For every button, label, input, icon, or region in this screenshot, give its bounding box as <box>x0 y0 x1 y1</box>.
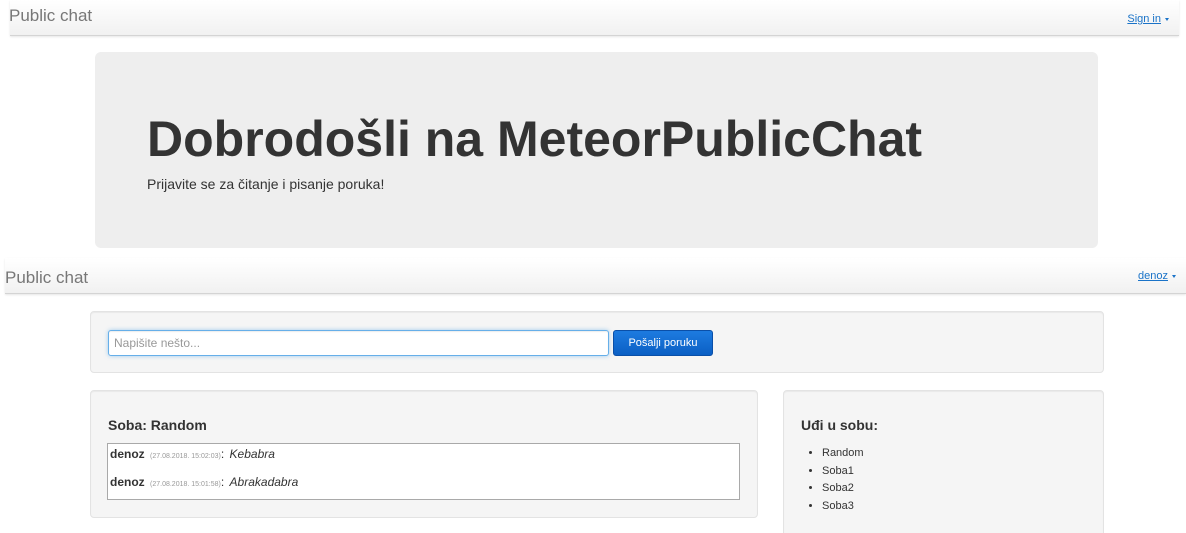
message-separator: : <box>220 475 225 489</box>
welcome-jumbotron: Dobrodošli na MeteorPublicChat Prijavite… <box>95 52 1098 248</box>
sign-in-dropdown[interactable]: Sign in <box>1127 13 1169 25</box>
message-user: denoz <box>110 447 145 461</box>
sign-in-label: Sign in <box>1127 13 1161 25</box>
message-text: Abrakadabra <box>229 475 299 489</box>
caret-down-icon <box>1172 274 1176 278</box>
navbar-brand[interactable]: Public chat <box>9 6 92 26</box>
send-message-button[interactable]: Pošalji poruku <box>613 330 713 356</box>
compose-panel: Pošalji poruku <box>90 311 1104 373</box>
rooms-panel: Uđi u sobu: Random Soba1 Soba2 Soba3 <box>783 390 1104 533</box>
logged-in-navbar: Public chat denoz <box>5 258 1186 294</box>
username-label: denoz <box>1138 270 1168 282</box>
message-list[interactable]: denoz (27.08.2018. 15:02:03): Kebabra de… <box>107 443 740 500</box>
room-item-soba3[interactable]: Soba3 <box>822 498 864 516</box>
message-item: denoz (27.08.2018. 15:02:03): Kebabra <box>110 447 275 461</box>
page: Public chat Sign in Dobrodošli na Meteor… <box>0 0 1186 533</box>
room-item-soba2[interactable]: Soba2 <box>822 480 864 498</box>
message-time: (27.08.2018. 15:01:58) <box>150 481 221 488</box>
message-user: denoz <box>110 475 145 489</box>
welcome-heading: Dobrodošli na MeteorPublicChat <box>147 111 923 167</box>
navbar-brand[interactable]: Public chat <box>5 268 88 288</box>
message-item: denoz (27.08.2018. 15:01:58): Abrakadabr… <box>110 475 298 489</box>
room-list: Random Soba1 Soba2 Soba3 <box>808 445 864 515</box>
room-item-soba1[interactable]: Soba1 <box>822 463 864 481</box>
user-dropdown[interactable]: denoz <box>1138 270 1176 282</box>
room-title: Soba: Random <box>108 417 207 433</box>
message-text: Kebabra <box>229 447 275 461</box>
message-time: (27.08.2018. 15:02:03) <box>150 453 221 460</box>
message-separator: : <box>220 447 225 461</box>
top-navbar: Public chat Sign in <box>9 0 1179 36</box>
welcome-subtext: Prijavite se za čitanje i pisanje poruka… <box>147 176 385 192</box>
message-input[interactable] <box>108 330 609 356</box>
rooms-title: Uđi u sobu: <box>801 417 878 433</box>
caret-down-icon <box>1165 17 1169 21</box>
room-panel: Soba: Random denoz (27.08.2018. 15:02:03… <box>90 390 758 518</box>
room-item-random[interactable]: Random <box>822 445 864 463</box>
